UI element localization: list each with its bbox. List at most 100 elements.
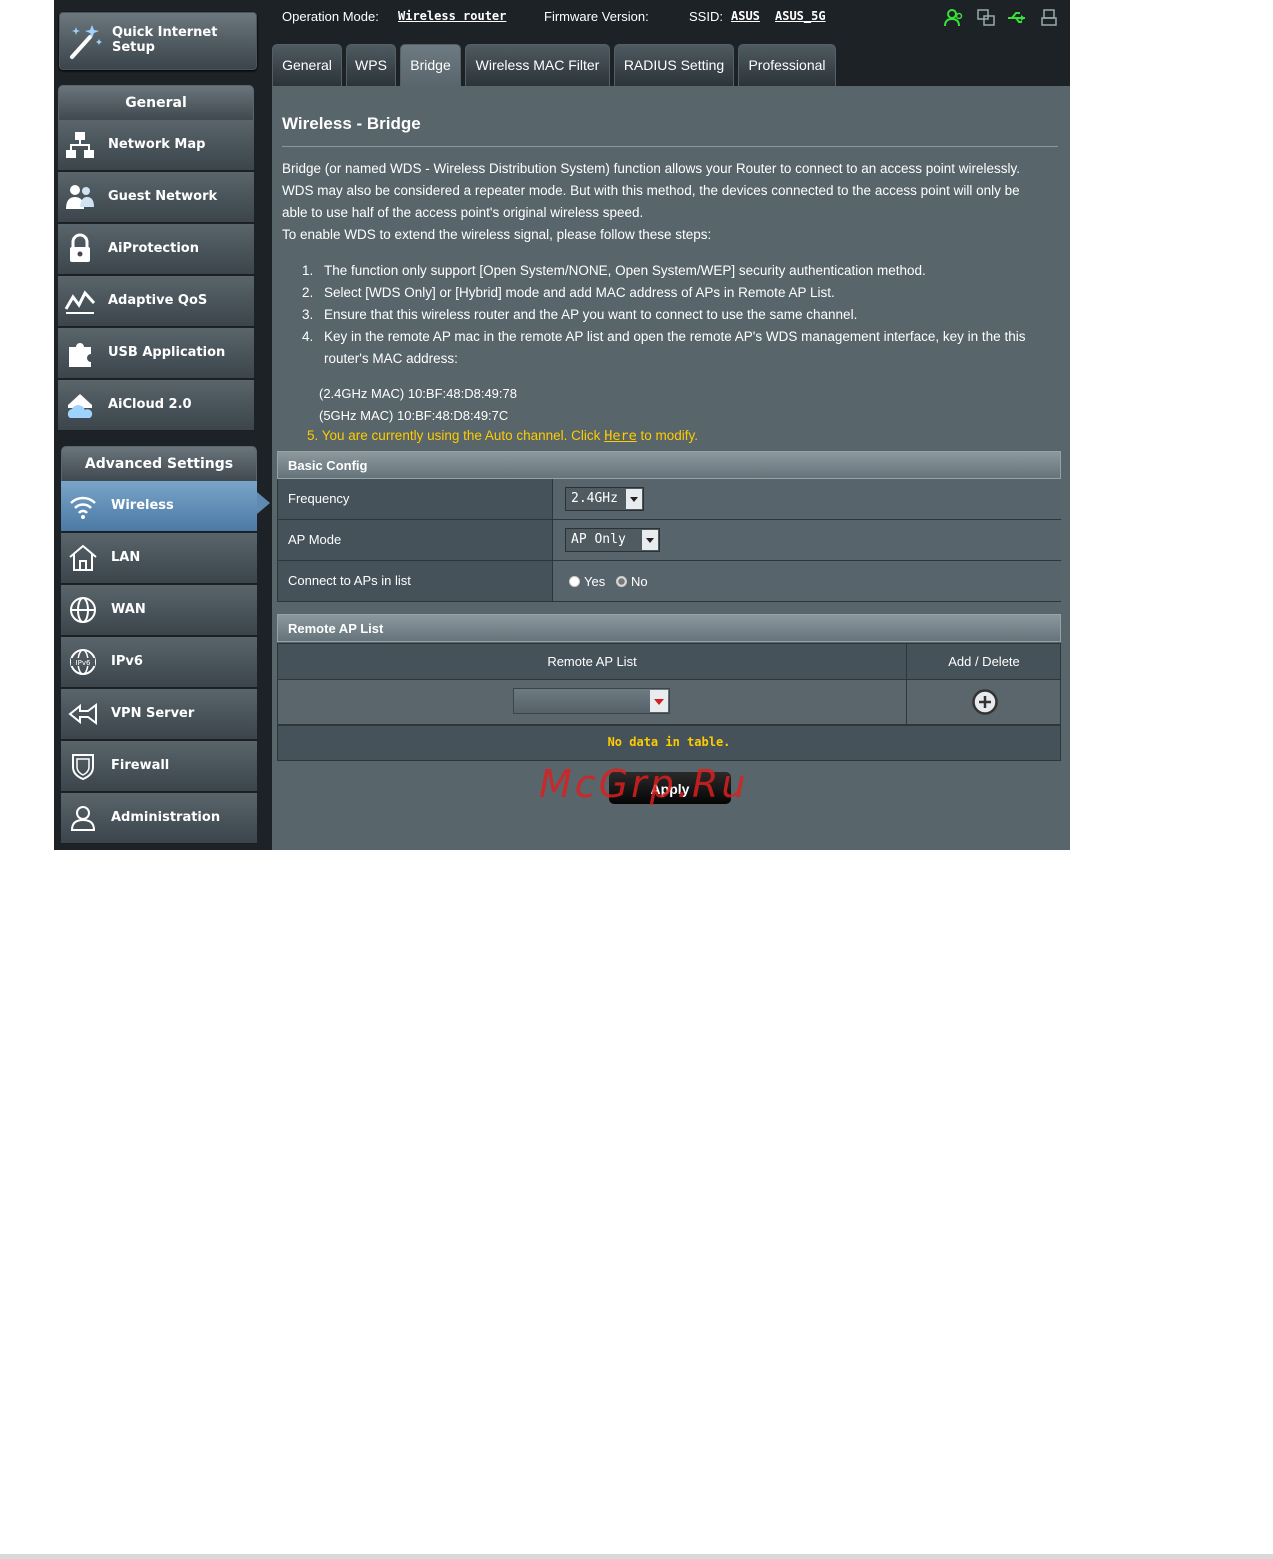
desc-line: able to use half of the access point's o… — [282, 205, 644, 220]
frequency-label: Frequency — [288, 491, 350, 506]
connect-aps-row: Connect to APs in list Yes No — [277, 561, 1061, 602]
chevron-down-icon — [642, 530, 658, 550]
sidebar-item-label: Firewall — [111, 758, 170, 773]
sidebar-item-usb-application[interactable]: USB Application — [58, 328, 254, 379]
sidebar-item-label: Network Map — [108, 137, 206, 152]
usb-status-icon[interactable] — [1007, 8, 1027, 28]
title-divider — [282, 146, 1058, 147]
connect-aps-label: Connect to APs in list — [288, 573, 411, 588]
basic-config-header: Basic Config — [277, 451, 1061, 479]
remote-ap-select[interactable] — [513, 688, 670, 714]
sidebar-item-aicloud[interactable]: AiCloud 2.0 — [58, 380, 254, 431]
connect-aps-cell: Yes No — [552, 561, 1061, 601]
sidebar-item-label: Adaptive QoS — [108, 293, 208, 308]
router-admin-window: Quick Internet Setup General Network Map… — [54, 0, 1070, 850]
tab-bridge[interactable]: Bridge — [400, 44, 461, 86]
mac-address-5ghz: (5GHz MAC) 10:BF:48:D8:49:7C — [319, 408, 509, 423]
remote-ap-list-header: Remote AP List — [277, 614, 1061, 642]
step-text: Select [WDS Only] or [Hybrid] mode and a… — [324, 285, 835, 300]
chevron-down-icon — [626, 489, 642, 509]
ap-mode-row: AP Mode AP Only — [277, 520, 1061, 561]
radio-label: Yes — [584, 574, 606, 589]
add-circle-icon[interactable] — [971, 688, 999, 716]
step-text: The function only support [Open System/N… — [324, 263, 926, 278]
sidebar-item-label: USB Application — [108, 345, 226, 360]
radio-label: No — [631, 574, 648, 589]
cloud-house-icon — [67, 394, 93, 418]
column-divider — [906, 680, 907, 724]
sidebar-item-adaptive-qos[interactable]: Adaptive QoS — [58, 276, 254, 327]
sidebar-item-network-map[interactable]: Network Map — [58, 120, 254, 171]
active-item-pointer — [257, 492, 270, 514]
step-text: Key in the remote AP mac in the remote A… — [324, 329, 1026, 366]
step-number: 2. — [302, 285, 314, 300]
tab-radius-setting[interactable]: RADIUS Setting — [614, 44, 734, 86]
vpn-icon — [68, 703, 97, 725]
sidebar-item-vpn-server[interactable]: VPN Server — [61, 689, 257, 740]
sidebar-item-firewall[interactable]: Firewall — [61, 741, 257, 792]
tab-wireless-mac-filter[interactable]: Wireless MAC Filter — [465, 44, 610, 86]
desc-line: To enable WDS to extend the wireless sig… — [282, 227, 712, 242]
auto-channel-note: 5. You are currently using the Auto chan… — [307, 428, 698, 444]
sidebar-item-label: VPN Server — [111, 706, 195, 721]
globe-icon — [70, 597, 96, 623]
content-panel: Wireless - Bridge Bridge (or named WDS -… — [272, 86, 1070, 850]
tab-general[interactable]: General — [272, 44, 342, 86]
ap-mode-select[interactable]: AP Only — [565, 528, 660, 552]
sidebar-item-guest-network[interactable]: Guest Network — [58, 172, 254, 223]
radio-selected-icon — [616, 576, 627, 587]
frequency-select[interactable]: 2.4GHz — [565, 487, 644, 511]
guest-network-icon — [66, 185, 94, 209]
status-bar: Operation Mode: Wireless router Firmware… — [272, 0, 1070, 34]
qos-graph-icon — [64, 290, 96, 314]
svg-text:IPv6: IPv6 — [76, 659, 91, 667]
chevron-down-icon — [650, 690, 668, 712]
network-map-icon — [66, 132, 94, 158]
connect-yes-radio[interactable]: Yes — [569, 574, 605, 589]
step-number: 4. — [302, 329, 314, 344]
ipv6-globe-icon: IPv6 — [70, 649, 96, 675]
sidebar-item-ipv6[interactable]: IPv6 IPv6 — [61, 637, 257, 688]
sidebar-item-lan[interactable]: LAN — [61, 533, 257, 584]
sidebar-item-label: AiProtection — [108, 241, 199, 256]
sidebar-item-administration[interactable]: Administration — [61, 793, 257, 844]
sidebar-item-wireless[interactable]: Wireless — [61, 481, 257, 532]
note-text: to modify. — [636, 428, 698, 443]
ethernet-status-icon[interactable] — [976, 8, 996, 28]
note-text: 5. You are currently using the Auto chan… — [307, 428, 605, 443]
tab-wps[interactable]: WPS — [346, 44, 396, 86]
wifi-icon — [70, 496, 96, 519]
quick-internet-setup-button[interactable]: Quick Internet Setup — [59, 12, 257, 70]
ssid-link-5g[interactable]: ASUS_5G — [775, 9, 826, 23]
ssid-link-24[interactable]: ASUS — [731, 9, 760, 23]
quick-internet-setup-label: Quick Internet Setup — [112, 25, 218, 55]
tab-professional[interactable]: Professional — [738, 44, 836, 86]
operation-mode-link[interactable]: Wireless router — [398, 9, 506, 23]
connect-no-radio[interactable]: No — [616, 574, 648, 589]
sidebar-item-label: Wireless — [111, 498, 174, 513]
printer-status-icon[interactable] — [1039, 8, 1059, 28]
ap-mode-cell: AP Only — [552, 520, 1061, 560]
step-text: Ensure that this wireless router and the… — [324, 307, 858, 322]
firmware-label: Firmware Version: — [544, 9, 649, 24]
frequency-cell: 2.4GHz — [552, 479, 1061, 519]
ssid-label: SSID: — [689, 9, 723, 24]
sidebar-item-label: IPv6 — [111, 654, 143, 669]
general-menu-header: General — [58, 85, 254, 121]
bridge-description: Bridge (or named WDS - Wireless Distribu… — [282, 158, 1058, 246]
ap-mode-value: AP Only — [571, 532, 626, 547]
frequency-row: Frequency 2.4GHz — [277, 479, 1061, 520]
frequency-value: 2.4GHz — [571, 491, 618, 506]
sidebar-item-wan[interactable]: WAN — [61, 585, 257, 636]
client-status-icon[interactable] — [944, 8, 964, 28]
sidebar-item-aiprotection[interactable]: AiProtection — [58, 224, 254, 275]
user-icon — [70, 806, 96, 831]
step-number: 3. — [302, 307, 314, 322]
here-link[interactable]: Here — [604, 428, 637, 444]
remote-ap-input-row — [277, 680, 1061, 725]
col-remote-ap-list: Remote AP List — [547, 654, 637, 669]
sidebar-item-label: AiCloud 2.0 — [108, 397, 192, 412]
mac-address-24ghz: (2.4GHz MAC) 10:BF:48:D8:49:78 — [319, 386, 517, 401]
shield-icon — [72, 754, 94, 781]
ap-mode-label: AP Mode — [288, 532, 342, 547]
